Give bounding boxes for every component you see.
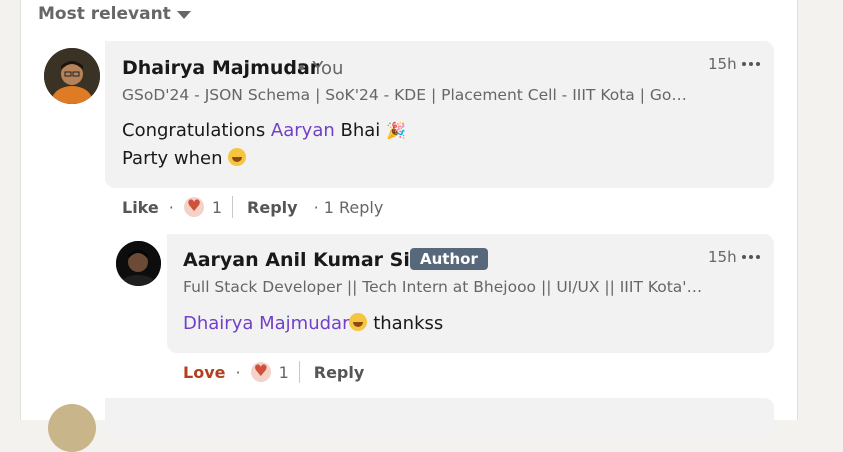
reply-text: Dhairya Majmudar thankss — [183, 310, 443, 338]
divider — [232, 196, 234, 218]
sort-dropdown[interactable]: Most relevant — [38, 4, 191, 24]
reaction-count[interactable]: 1 — [212, 198, 222, 217]
reply-actions: Love · 1 Reply — [183, 361, 364, 383]
comment-text: Party when — [122, 148, 223, 169]
more-icon[interactable] — [742, 62, 760, 66]
reaction-count[interactable]: 1 — [279, 363, 289, 382]
mention-link[interactable]: Aaryan — [271, 120, 335, 141]
comment-text: Congratulations — [122, 120, 271, 141]
reply-button[interactable]: Reply — [247, 198, 298, 217]
heart-reaction-icon[interactable] — [183, 196, 204, 217]
divider — [298, 361, 300, 383]
party-popper-icon: 🎉 — [386, 121, 406, 140]
comment-text-line-1: Congratulations Aaryan Bhai 🎉 — [122, 117, 406, 145]
mention-link[interactable]: Dhairya Majmudar — [183, 313, 349, 334]
you-indicator: • You — [296, 58, 344, 79]
heart-reaction-icon[interactable] — [250, 361, 271, 382]
like-button[interactable]: Like — [122, 198, 159, 217]
grinning-emoji-icon — [228, 148, 247, 166]
caret-down-icon — [176, 11, 191, 19]
reply-bubble: Aaryan Anil Kumar Singh Author Full Stac… — [167, 234, 774, 353]
avatar[interactable] — [48, 404, 96, 452]
comment-text: thankss — [367, 313, 444, 334]
replies-count-link[interactable]: · 1 Reply — [314, 198, 384, 217]
avatar-photo — [116, 241, 161, 286]
author-badge: Author — [410, 248, 488, 270]
comment-timestamp: 15h — [708, 55, 737, 73]
comment-bubble — [105, 398, 774, 438]
reply-button[interactable]: Reply — [314, 363, 365, 382]
separator-dot: · — [168, 197, 174, 217]
avatar[interactable] — [44, 48, 100, 104]
comment-bubble: Dhairya Majmudar • You GSoD'24 - JSON Sc… — [105, 41, 774, 188]
grinning-emoji-icon — [349, 313, 368, 331]
love-button[interactable]: Love — [183, 363, 225, 382]
comment-actions: Like · 1 Reply · 1 Reply — [122, 196, 383, 218]
avatar[interactable] — [116, 241, 161, 286]
more-icon[interactable] — [742, 255, 760, 259]
comment-text: Bhai — [334, 120, 381, 141]
comment-author[interactable]: Dhairya Majmudar — [122, 57, 319, 79]
avatar-photo — [44, 48, 100, 104]
sort-label: Most relevant — [38, 4, 171, 24]
author-headline: Full Stack Developer || Tech Intern at B… — [183, 278, 703, 296]
comment-text-line-2: Party when — [122, 145, 247, 173]
author-headline: GSoD'24 - JSON Schema | SoK'24 - KDE | P… — [122, 86, 687, 104]
comment-timestamp: 15h — [708, 248, 737, 266]
separator-dot: · — [235, 362, 241, 382]
